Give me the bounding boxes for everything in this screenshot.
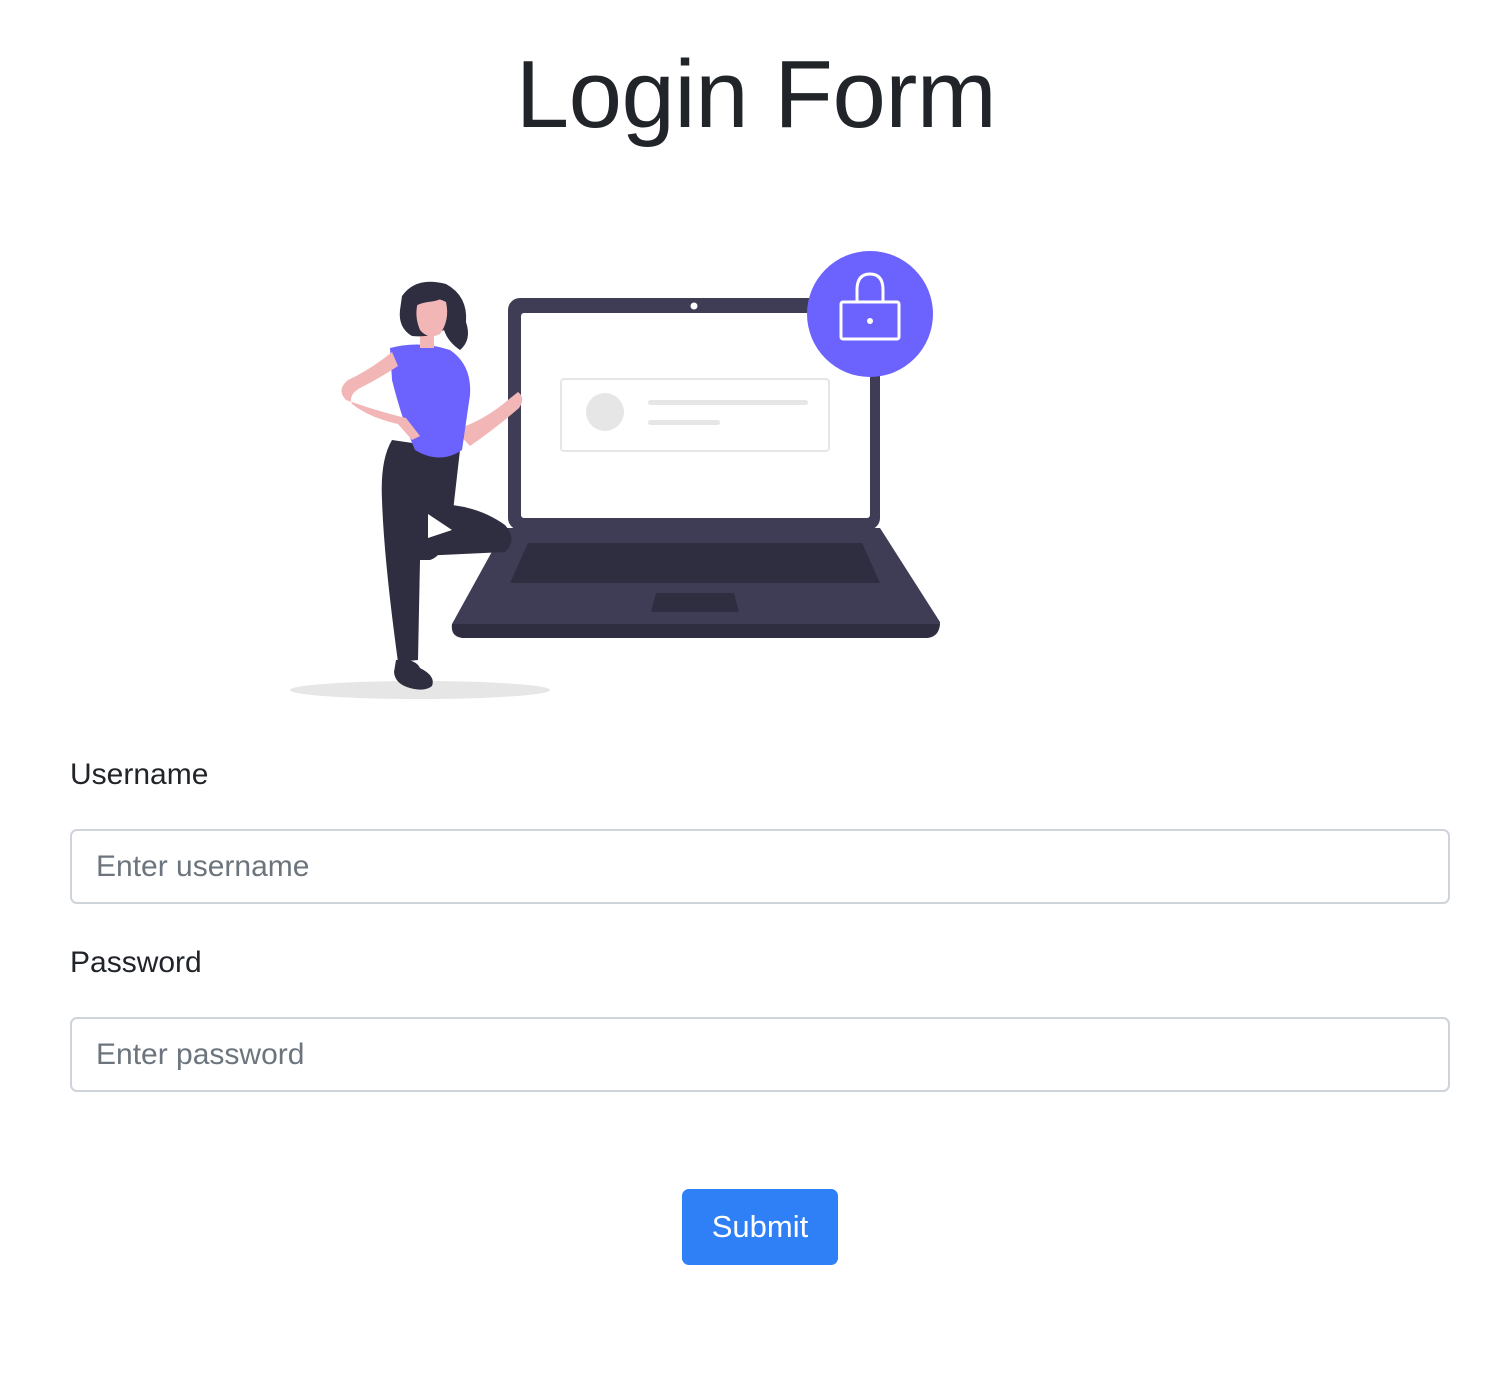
submit-button[interactable]: Submit [682,1189,838,1265]
username-input[interactable] [70,829,1450,904]
login-page: Login Form Username Enter username Passw… [0,0,1512,1386]
password-input[interactable] [70,1017,1450,1092]
login-illustration [290,251,940,699]
lock-icon [807,251,933,377]
password-label: Password [70,946,202,979]
username-label: Username [70,758,209,791]
page-title: Login Form [515,41,997,148]
